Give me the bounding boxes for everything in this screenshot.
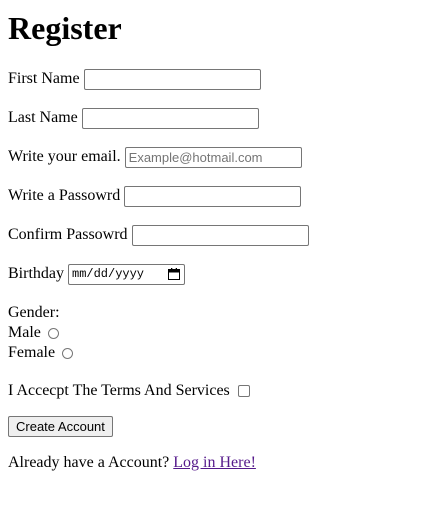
- create-account-button[interactable]: Create Account: [8, 416, 113, 437]
- password-input[interactable]: [124, 185, 302, 207]
- gender-female-radio[interactable]: [62, 347, 74, 359]
- confirm-password-label: Confirm Passowrd: [8, 226, 128, 243]
- login-prompt-text: Already have a Account?: [8, 454, 170, 471]
- birthday-date-placeholder: mm/dd/yyyy: [72, 267, 145, 281]
- confirm-password-row: Confirm Passowrd: [8, 224, 447, 246]
- gender-label: Gender:: [8, 304, 60, 321]
- first-name-row: First Name: [8, 68, 447, 90]
- birthday-row: Birthday mm/dd/yyyy: [8, 263, 447, 285]
- first-name-input[interactable]: [83, 68, 261, 90]
- email-row: Write your email.: [8, 146, 447, 168]
- password-row: Write a Passowrd: [8, 185, 447, 207]
- terms-checkbox[interactable]: [237, 385, 250, 397]
- last-name-row: Last Name: [8, 107, 447, 129]
- confirm-password-input[interactable]: [131, 224, 309, 246]
- terms-label: I Accecpt The Terms And Services: [8, 382, 230, 399]
- submit-row: Create Account: [8, 416, 447, 437]
- gender-group: Gender: Male Female: [8, 303, 447, 363]
- password-label: Write a Passowrd: [8, 187, 121, 204]
- login-link[interactable]: Log in Here!: [173, 454, 256, 471]
- login-prompt: Already have a Account? Log in Here!: [8, 452, 447, 474]
- register-page: Register First Name Last Name Write your…: [0, 0, 447, 508]
- last-name-label: Last Name: [8, 109, 78, 126]
- terms-row: I Accecpt The Terms And Services: [8, 380, 447, 402]
- birthday-date-input[interactable]: mm/dd/yyyy: [68, 263, 185, 285]
- gender-male-radio[interactable]: [47, 327, 59, 339]
- gender-female-label: Female: [8, 344, 56, 361]
- gender-option-male: Male: [8, 323, 447, 343]
- page-title: Register: [8, 10, 122, 46]
- email-input[interactable]: [124, 146, 302, 168]
- last-name-input[interactable]: [81, 107, 259, 129]
- email-label: Write your email.: [8, 148, 121, 165]
- gender-male-label: Male: [8, 324, 41, 341]
- calendar-icon[interactable]: [168, 268, 180, 280]
- birthday-label: Birthday: [8, 265, 64, 282]
- gender-option-female: Female: [8, 343, 447, 363]
- first-name-label: First Name: [8, 70, 80, 87]
